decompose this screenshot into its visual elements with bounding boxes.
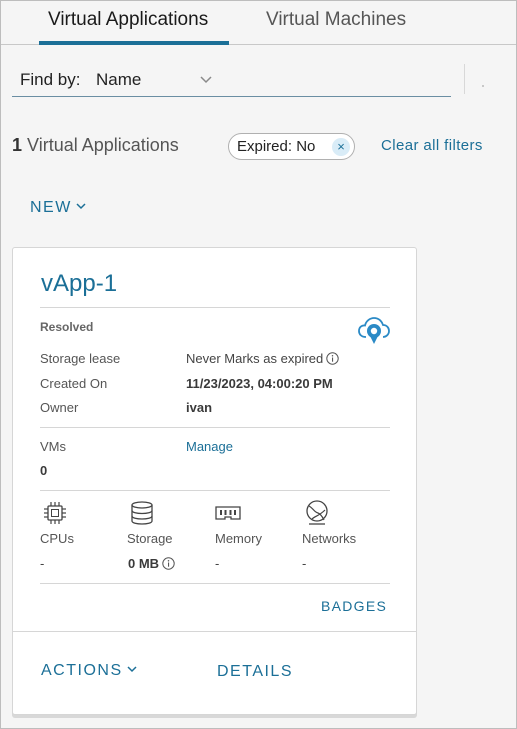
find-by-select[interactable]: Find by: Name — [12, 65, 451, 97]
tab-bar: Virtual Applications Virtual Machines — [1, 1, 516, 45]
storage-value-text: 0 MB — [128, 556, 160, 571]
info-icon[interactable] — [162, 557, 175, 570]
vms-label: VMs — [40, 439, 66, 454]
chevron-down-icon — [127, 666, 137, 673]
new-button[interactable]: NEW — [30, 199, 86, 217]
active-tab-indicator — [39, 41, 229, 45]
cpus-value: - — [40, 556, 45, 571]
created-on-value: 11/23/2023, 04:00:20 PM — [186, 376, 333, 391]
chevron-down-icon — [200, 76, 212, 84]
divider — [40, 307, 390, 308]
owner-label: Owner — [40, 400, 79, 415]
chevron-down-icon — [76, 203, 86, 210]
tab-virtual-applications[interactable]: Virtual Applications — [48, 7, 208, 45]
storage-value: 0 MB — [128, 556, 175, 571]
divider — [40, 490, 390, 491]
badges-button[interactable]: BADGES — [321, 598, 387, 614]
divider — [40, 427, 390, 428]
vapp-card: vApp-1 Resolved Storage lease Never Mark… — [12, 247, 417, 715]
storage-icon — [131, 501, 153, 525]
status-label: Resolved — [40, 320, 94, 334]
divider — [40, 583, 390, 584]
results-count-label: Virtual Applications — [27, 135, 179, 155]
filter-pill-expired: Expired: No × — [228, 133, 355, 160]
details-button[interactable]: DETAILS — [217, 663, 293, 681]
storage-lease-label: Storage lease — [40, 351, 121, 366]
find-by-label: Find by: — [20, 70, 81, 89]
vms-count: 0 — [40, 463, 48, 478]
actions-button[interactable]: ACTIONS — [41, 662, 137, 680]
filter-pill-label: Expired: No — [237, 138, 316, 155]
network-icon — [306, 500, 328, 525]
owner-value: ivan — [186, 400, 213, 415]
results-count: 1 Virtual Applications — [12, 135, 179, 156]
close-icon[interactable]: × — [332, 138, 350, 156]
actions-button-label: ACTIONS — [41, 662, 123, 679]
divider — [13, 631, 416, 632]
created-on-label: Created On — [40, 376, 108, 391]
divider — [464, 64, 465, 94]
tab-virtual-machines[interactable]: Virtual Machines — [266, 7, 406, 45]
vapp-name-link[interactable]: vApp-1 — [41, 270, 117, 298]
storage-lease-value: Never Marks as expired — [186, 351, 339, 366]
manage-vms-link[interactable]: Manage — [186, 439, 233, 454]
networks-label: Networks — [302, 531, 357, 546]
cpus-label: CPUs — [40, 531, 74, 546]
storage-label: Storage — [127, 531, 173, 546]
memory-value: - — [215, 556, 220, 571]
networks-value: - — [302, 556, 307, 571]
clear-all-filters-link[interactable]: Clear all filters — [381, 137, 483, 154]
divider-dot — [482, 85, 484, 87]
memory-icon — [215, 506, 241, 520]
new-button-label: NEW — [30, 199, 72, 216]
find-by-value: Name — [96, 70, 142, 89]
cpu-icon — [44, 502, 66, 524]
results-count-number: 1 — [12, 135, 23, 155]
memory-label: Memory — [215, 531, 262, 546]
cloud-icon — [358, 317, 390, 344]
info-icon[interactable] — [326, 352, 339, 365]
storage-lease-text: Never Marks as expired — [186, 351, 324, 366]
